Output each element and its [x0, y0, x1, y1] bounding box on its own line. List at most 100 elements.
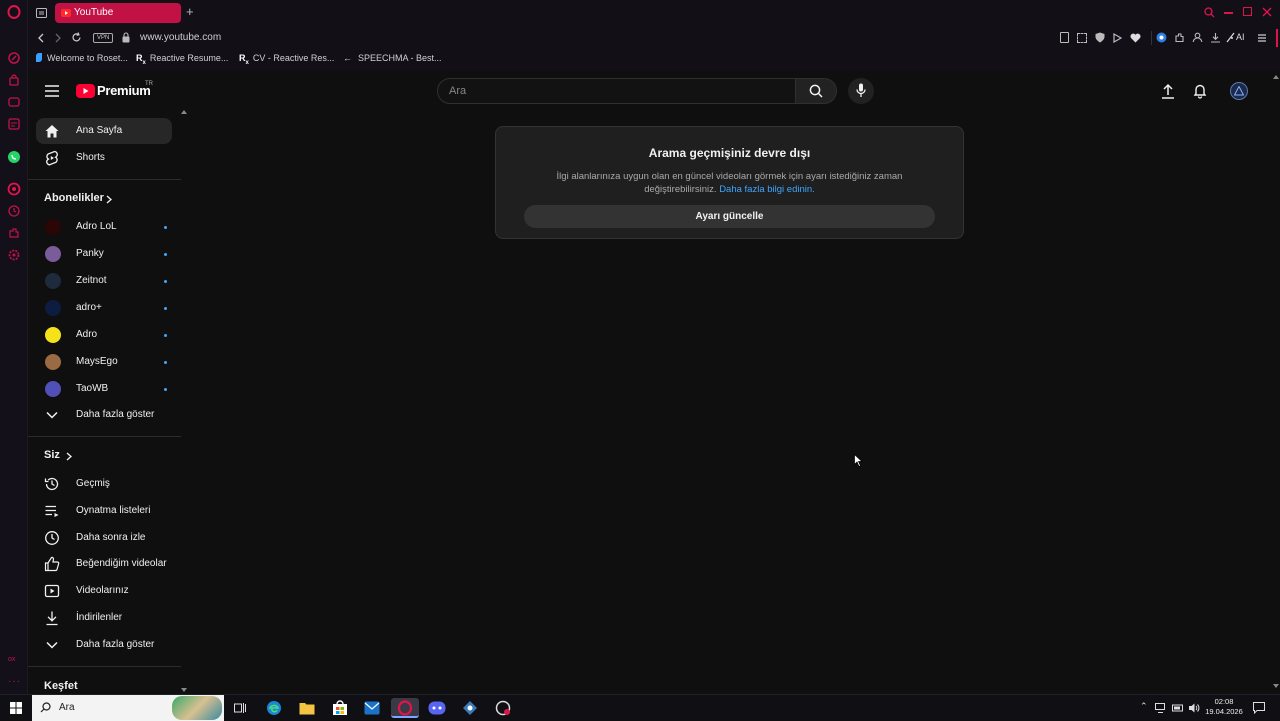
- download-toolbar-icon[interactable]: [1210, 32, 1221, 43]
- volume-icon[interactable]: [1188, 702, 1200, 714]
- taskbar-search-box[interactable]: Ara: [32, 695, 224, 721]
- update-setting-button[interactable]: Ayarı güncelle: [524, 205, 935, 228]
- bookmark-item[interactable]: Welcome to Roset...: [36, 53, 128, 63]
- notifications-bell-icon[interactable]: [1193, 83, 1207, 99]
- bookmark-item[interactable]: Rx CV - Reactive Res...: [239, 53, 334, 66]
- store-app[interactable]: [329, 698, 351, 718]
- extension-blue-icon[interactable]: [1156, 32, 1167, 43]
- edge-app[interactable]: [263, 698, 285, 718]
- reload-icon[interactable]: [71, 32, 82, 43]
- messenger-icon[interactable]: [7, 95, 21, 109]
- more-icon[interactable]: ···: [8, 676, 21, 687]
- network-icon[interactable]: [1155, 703, 1167, 713]
- opera-app-active[interactable]: [391, 698, 419, 718]
- account-avatar[interactable]: [1230, 82, 1248, 100]
- opera-logo-icon[interactable]: [7, 5, 21, 19]
- search-icon: [40, 702, 51, 713]
- extensions-panel-icon[interactable]: [7, 226, 21, 240]
- taskbar-search-input[interactable]: Ara: [59, 702, 75, 713]
- heart-icon[interactable]: [1130, 33, 1141, 43]
- search-input[interactable]: Ara: [449, 85, 466, 97]
- subscription-item[interactable]: Adro: [36, 322, 172, 348]
- sidebar-scroll-up-icon[interactable]: [181, 110, 187, 114]
- file-explorer-app[interactable]: [296, 698, 318, 718]
- maximize-button[interactable]: [1243, 7, 1252, 16]
- new-content-dot: [164, 280, 167, 283]
- subscription-item[interactable]: MaysEgo: [36, 349, 172, 375]
- subscription-item[interactable]: Zeitnot: [36, 268, 172, 294]
- ai-label[interactable]: AI: [1236, 32, 1245, 42]
- aria-icon[interactable]: [7, 51, 21, 65]
- history-panel-icon[interactable]: [7, 204, 21, 218]
- opera-gx-app[interactable]: [492, 698, 514, 718]
- extensions-icon[interactable]: [1174, 32, 1185, 43]
- search-button[interactable]: [795, 78, 837, 104]
- learn-more-link[interactable]: Daha fazla bilgi edinin.: [719, 184, 815, 195]
- sidebar-item-liked-videos[interactable]: Beğendiğim videolar: [36, 551, 172, 577]
- sidebar-item-your-videos[interactable]: Videolarınız: [36, 578, 172, 604]
- channel-name: TaoWB: [76, 383, 109, 394]
- lock-icon[interactable]: [122, 32, 130, 43]
- back-icon[interactable]: [37, 33, 45, 43]
- snapshot-icon[interactable]: [1060, 32, 1069, 43]
- settings-icon[interactable]: [7, 248, 21, 262]
- subscription-item[interactable]: Adro LoL: [36, 214, 172, 240]
- tab-youtube[interactable]: YouTube: [55, 3, 181, 23]
- scroll-down-icon[interactable]: [1273, 684, 1279, 688]
- guide-sidebar: Ana Sayfa Shorts Abonelikler Adro LoL Pa…: [28, 114, 184, 694]
- subscription-item[interactable]: Panky: [36, 241, 172, 267]
- subscription-item[interactable]: TaoWB: [36, 376, 172, 402]
- vpn-badge[interactable]: VPN: [93, 33, 114, 43]
- page-scrollbar[interactable]: [1272, 70, 1280, 694]
- youtube-logo-icon[interactable]: [76, 84, 95, 98]
- bookmark-item[interactable]: ← SPEECHMA - Best...: [343, 53, 442, 63]
- forward-icon[interactable]: [54, 33, 62, 43]
- profile-icon[interactable]: [1192, 32, 1203, 43]
- sidebar-item-home[interactable]: Ana Sayfa: [36, 118, 172, 144]
- sidebar-item-history[interactable]: Geçmiş: [36, 471, 172, 497]
- steam-like-app[interactable]: [459, 698, 481, 718]
- notes-icon[interactable]: [7, 117, 21, 131]
- subscription-item[interactable]: adro+: [36, 295, 172, 321]
- you-header[interactable]: Siz: [36, 446, 96, 466]
- tab-overview-icon[interactable]: [36, 8, 47, 18]
- sidebar-item-watch-later[interactable]: Daha sonra izle: [36, 525, 172, 551]
- task-view-icon[interactable]: [234, 702, 246, 714]
- upload-icon[interactable]: [1161, 83, 1175, 99]
- discord-app[interactable]: [426, 698, 448, 718]
- show-hidden-icons[interactable]: ⌃: [1140, 701, 1148, 712]
- search-box[interactable]: Ara: [437, 78, 796, 104]
- windows-start-icon[interactable]: [10, 702, 22, 714]
- shield-icon[interactable]: [1095, 32, 1105, 43]
- music-icon[interactable]: [7, 182, 21, 196]
- player-icon[interactable]: [1113, 33, 1122, 43]
- bookmark-item[interactable]: Rx Reactive Resume...: [136, 53, 228, 66]
- new-tab-button[interactable]: +: [186, 5, 194, 19]
- sidebar-scroll-down-icon[interactable]: [181, 688, 187, 692]
- search-tabs-icon[interactable]: [1204, 7, 1215, 18]
- premium-logo-text[interactable]: Premium: [97, 83, 151, 98]
- voice-search-button[interactable]: [848, 78, 874, 104]
- subscriptions-show-more[interactable]: Daha fazla göster: [36, 402, 172, 428]
- mail-app[interactable]: [361, 698, 383, 718]
- whatsapp-icon[interactable]: [7, 150, 21, 164]
- bag-icon[interactable]: [7, 73, 21, 87]
- battery-icon[interactable]: [1172, 703, 1184, 713]
- sidebar-item-downloads[interactable]: İndirilenler: [36, 605, 172, 631]
- youtube-page: Premium TR Ara Ana Sayfa Shorts Abonelik…: [28, 70, 1272, 694]
- screenshot-icon[interactable]: [1077, 33, 1087, 43]
- channel-avatar: [45, 354, 61, 370]
- easy-setup-icon[interactable]: [1257, 33, 1267, 43]
- close-window-button[interactable]: [1262, 7, 1272, 17]
- ai-spark-icon[interactable]: [1226, 32, 1235, 43]
- menu-icon[interactable]: [45, 85, 59, 97]
- you-show-more[interactable]: Daha fazla göster: [36, 632, 172, 658]
- notification-center-icon[interactable]: [1253, 702, 1265, 714]
- minimize-button[interactable]: [1224, 12, 1233, 14]
- sidebar-item-shorts[interactable]: Shorts: [36, 145, 172, 171]
- system-clock[interactable]: 02:08 19.04.2026: [1204, 697, 1244, 717]
- sidebar-item-playlists[interactable]: Oynatma listeleri: [36, 498, 172, 524]
- scroll-up-icon[interactable]: [1273, 75, 1279, 79]
- url-field[interactable]: www.youtube.com: [140, 32, 221, 43]
- subscriptions-header[interactable]: Abonelikler: [36, 189, 136, 209]
